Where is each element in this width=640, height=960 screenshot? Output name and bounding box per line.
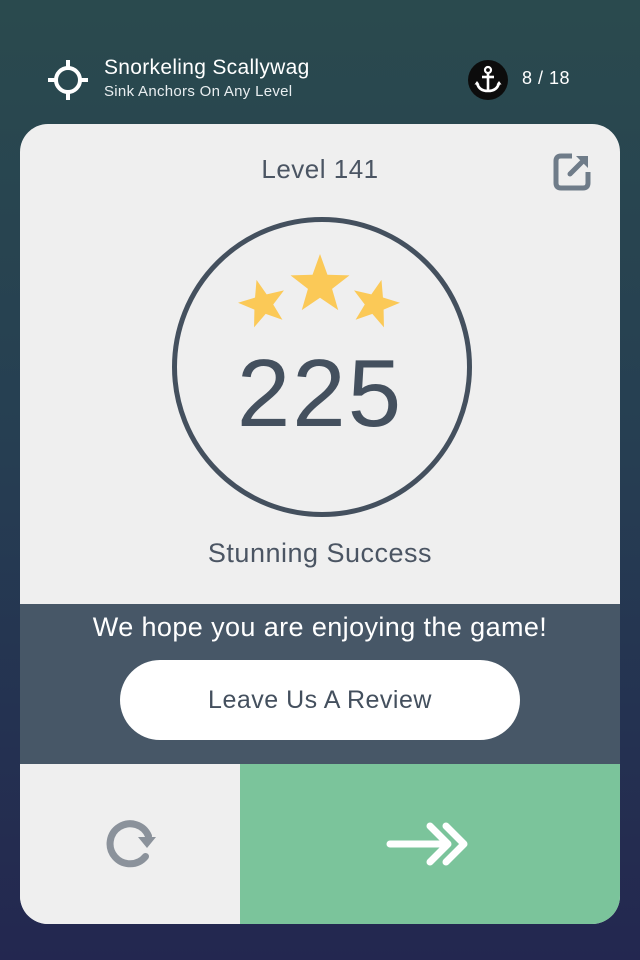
anchor-icon <box>474 65 502 93</box>
leave-review-button[interactable]: Leave Us A Review <box>120 660 520 740</box>
anchor-progress-count: 8 / 18 <box>522 68 571 88</box>
achievement-subtitle: Sink Anchors On Any Level <box>104 83 293 100</box>
achievement-bar: Snorkeling Scallywag Sink Anchors On Any… <box>0 0 640 124</box>
level-complete-card: Level 141 225 Stunning Success We hope y… <box>20 124 620 924</box>
next-arrow-icon <box>386 822 468 866</box>
crosshair-icon <box>48 60 88 100</box>
next-level-button[interactable] <box>240 764 620 924</box>
replay-icon <box>106 820 156 868</box>
level-title: Level 141 <box>261 154 379 184</box>
rating-text: Stunning Success <box>207 538 433 568</box>
review-panel: We hope you are enjoying the game! Leave… <box>20 604 620 764</box>
anchor-badge <box>468 60 508 100</box>
share-icon[interactable] <box>552 152 592 192</box>
review-message: We hope you are enjoying the game! <box>92 612 548 642</box>
level-score: 225 <box>236 340 404 447</box>
replay-button[interactable] <box>20 764 240 924</box>
achievement-title: Snorkeling Scallywag <box>104 56 310 79</box>
